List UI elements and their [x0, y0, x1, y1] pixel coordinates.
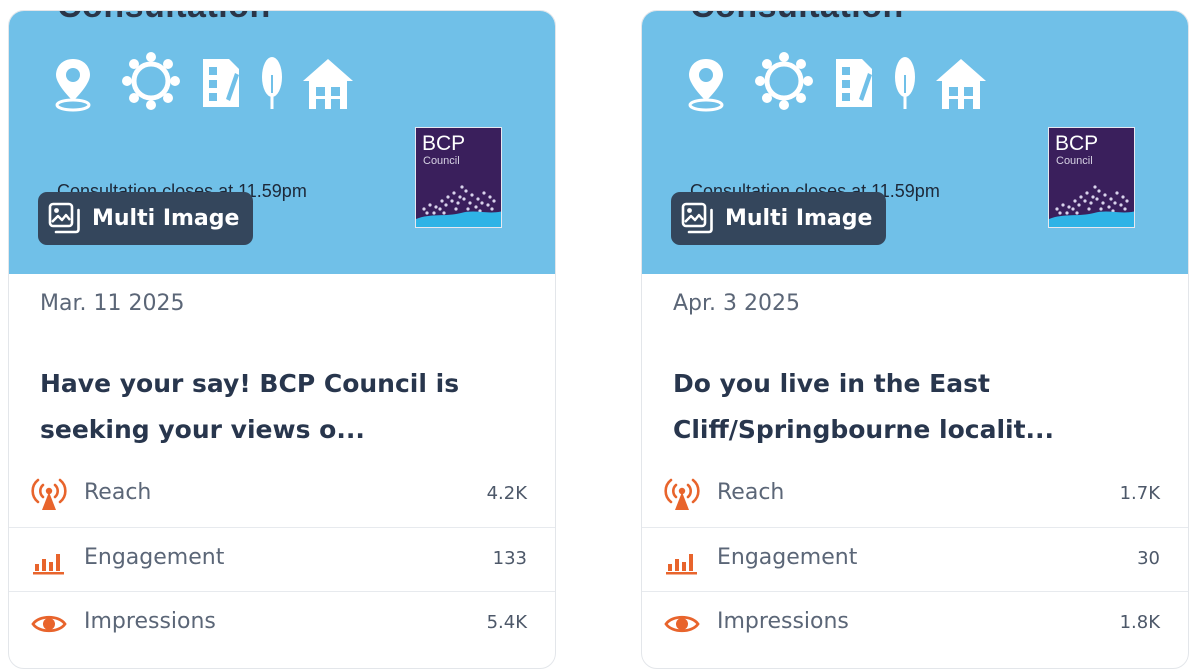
thumbnail-icon-row	[55, 52, 353, 112]
tree-icon	[262, 57, 282, 109]
multi-image-icon	[681, 202, 714, 235]
metric-label: Impressions	[84, 609, 216, 634]
metric-value: 5.4K	[486, 612, 527, 633]
eye-icon	[664, 606, 700, 642]
thumbnail-heading: Consultation	[690, 11, 904, 26]
bcp-council-logo: BCP Council	[1048, 127, 1135, 228]
post-title[interactable]: Do you live in the East Cliff/Springbour…	[673, 361, 1163, 453]
logo-text-council: Council	[1056, 155, 1093, 167]
post-card[interactable]: Consultation closes at 11.59pm BCP Counc…	[8, 10, 556, 669]
broadcast-tower-icon	[664, 477, 700, 513]
house-icon	[936, 59, 986, 109]
metric-impressions: Impressions 1.8K	[642, 591, 1188, 655]
checklist-icon	[203, 59, 239, 107]
logo-text-council: Council	[423, 155, 460, 167]
metric-impressions: Impressions 5.4K	[9, 591, 555, 655]
eye-icon	[31, 606, 67, 642]
bar-chart-icon	[664, 542, 700, 578]
community-circle-icon	[755, 52, 813, 110]
badge-label: Multi Image	[725, 206, 873, 231]
metric-value: 1.7K	[1119, 483, 1160, 504]
post-card[interactable]: Consultation closes at 11.59pm BCP Counc…	[641, 10, 1189, 669]
metric-label: Reach	[717, 480, 785, 505]
bar-chart-icon	[31, 542, 67, 578]
metric-label: Impressions	[717, 609, 849, 634]
tree-icon	[895, 57, 915, 109]
logo-dots-graphic	[416, 185, 501, 227]
checklist-icon	[836, 59, 872, 107]
location-pin-icon	[55, 59, 91, 112]
post-title[interactable]: Have your say! BCP Council is seeking yo…	[40, 361, 530, 453]
metric-value: 30	[1137, 548, 1160, 569]
metric-value: 133	[492, 548, 527, 569]
house-icon	[303, 59, 353, 109]
location-pin-icon	[688, 59, 724, 112]
multi-image-badge: Multi Image	[38, 192, 254, 245]
metric-label: Reach	[84, 480, 152, 505]
multi-image-badge: Multi Image	[671, 192, 887, 245]
metric-reach: Reach 1.7K	[642, 463, 1188, 527]
badge-label: Multi Image	[92, 206, 240, 231]
logo-text-bcp: BCP	[422, 132, 466, 155]
thumbnail-icon-row	[688, 52, 986, 112]
metric-value: 4.2K	[486, 483, 527, 504]
community-circle-icon	[122, 52, 180, 110]
post-thumbnail[interactable]: Consultation closes at 11.59pm BCP Counc…	[9, 11, 555, 274]
thumbnail-heading: Consultation	[57, 11, 271, 26]
metric-engagement: Engagement 133	[9, 527, 555, 591]
metric-label: Engagement	[84, 545, 225, 570]
metric-engagement: Engagement 30	[642, 527, 1188, 591]
metric-reach: Reach 4.2K	[9, 463, 555, 527]
post-date: Mar. 11 2025	[40, 291, 185, 316]
logo-dots-graphic	[1049, 185, 1134, 227]
metric-label: Engagement	[717, 545, 858, 570]
logo-text-bcp: BCP	[1055, 132, 1099, 155]
metric-value: 1.8K	[1119, 612, 1160, 633]
bcp-council-logo: BCP Council	[415, 127, 502, 228]
broadcast-tower-icon	[31, 477, 67, 513]
multi-image-icon	[48, 202, 81, 235]
post-thumbnail[interactable]: Consultation closes at 11.59pm BCP Counc…	[642, 11, 1188, 274]
post-date: Apr. 3 2025	[673, 291, 801, 316]
